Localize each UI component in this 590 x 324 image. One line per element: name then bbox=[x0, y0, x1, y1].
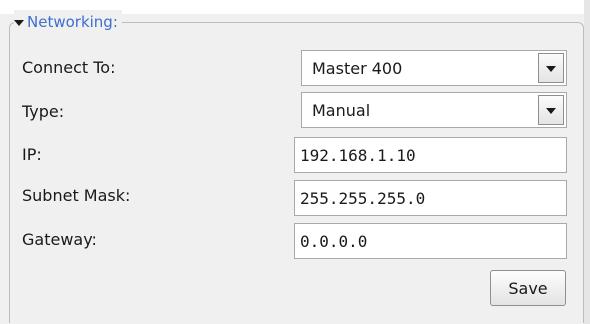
connect-to-dropdown-button[interactable] bbox=[538, 53, 564, 83]
type-label: Type: bbox=[22, 102, 65, 121]
ip-label: IP: bbox=[22, 145, 42, 164]
save-button[interactable]: Save bbox=[490, 270, 566, 306]
chevron-down-icon bbox=[546, 66, 556, 72]
panel-right-edge bbox=[584, 0, 590, 324]
type-value: Manual bbox=[312, 101, 371, 120]
section-title: Networking: bbox=[27, 13, 118, 31]
connect-to-label: Connect To: bbox=[22, 58, 116, 77]
gateway-field[interactable] bbox=[294, 223, 567, 259]
type-dropdown-button[interactable] bbox=[538, 95, 564, 125]
section-header[interactable]: Networking: bbox=[14, 10, 122, 34]
ip-field[interactable] bbox=[294, 137, 567, 173]
subnet-mask-label: Subnet Mask: bbox=[22, 186, 131, 205]
chevron-down-icon bbox=[546, 108, 556, 114]
connect-to-select[interactable]: Master 400 bbox=[301, 50, 567, 86]
connect-to-value: Master 400 bbox=[312, 59, 403, 78]
triangle-down-icon[interactable] bbox=[14, 19, 24, 26]
networking-panel: Networking: Connect To: Master 400 Type:… bbox=[0, 0, 590, 324]
gateway-label: Gateway: bbox=[22, 230, 97, 249]
subnet-mask-field[interactable] bbox=[294, 180, 567, 216]
type-select[interactable]: Manual bbox=[301, 92, 567, 128]
